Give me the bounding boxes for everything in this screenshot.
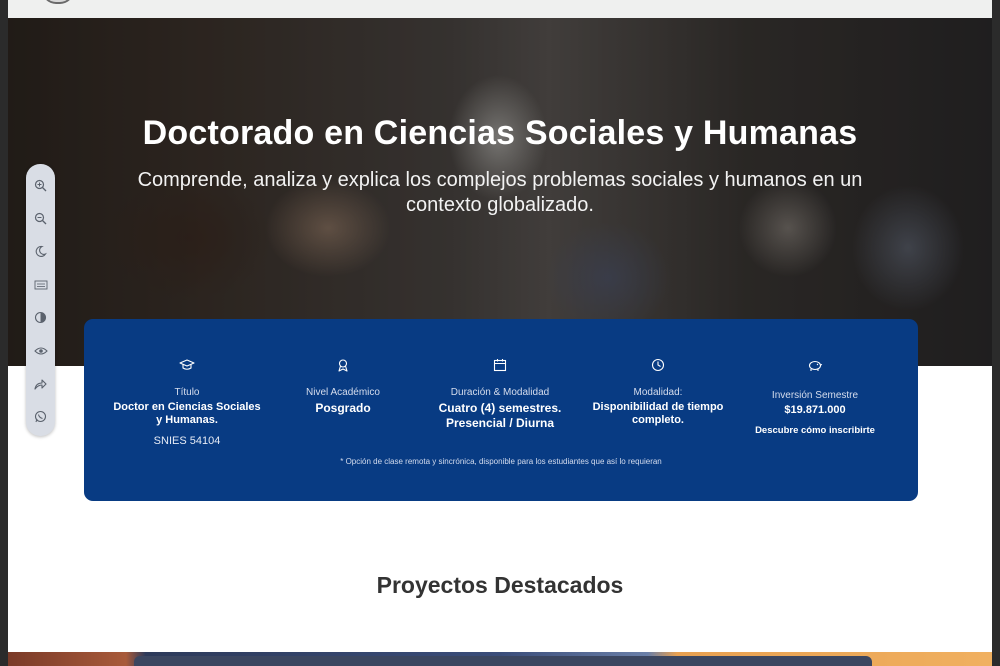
info-modalidad-value: Disponibilidad de tiempo completo. bbox=[592, 401, 724, 426]
info-duracion-label: Duración & Modalidad bbox=[450, 387, 550, 398]
clock-icon bbox=[589, 355, 727, 375]
remote-class-note: * Opción de clase remota y sincrónica, d… bbox=[340, 457, 662, 466]
info-titulo-snies: SNIES 54104 bbox=[153, 435, 221, 447]
info-titulo-label: Título bbox=[174, 387, 200, 398]
project-card[interactable] bbox=[134, 656, 872, 666]
info-titulo-value: Doctor en Ciencias Sociales y Humanas. bbox=[113, 401, 261, 426]
award-icon bbox=[273, 355, 413, 375]
info-inversion-label: Inversión Semestre bbox=[771, 390, 859, 401]
readable-font-icon[interactable] bbox=[31, 275, 50, 294]
share-icon[interactable] bbox=[31, 374, 50, 393]
graduation-cap-icon bbox=[109, 355, 265, 375]
hero-title: Doctorado en Ciencias Sociales y Humanas bbox=[142, 114, 858, 152]
dark-mode-icon[interactable] bbox=[31, 242, 50, 261]
university-logo[interactable] bbox=[42, 0, 74, 4]
eye-icon[interactable] bbox=[31, 341, 50, 360]
info-duracion: Duración & Modalidad Cuatro (4) semestre… bbox=[424, 355, 576, 431]
calendar-icon bbox=[424, 355, 576, 375]
top-header bbox=[8, 0, 992, 18]
page: Doctorado en Ciencias Sociales y Humanas… bbox=[8, 0, 992, 666]
info-modalidad-label: Modalidad: bbox=[633, 387, 683, 398]
projects-section-title: Proyectos Destacados bbox=[376, 572, 624, 598]
accessibility-toolbar bbox=[26, 164, 55, 436]
info-titulo: Título Doctor en Ciencias Sociales y Hum… bbox=[109, 355, 265, 447]
whatsapp-icon[interactable] bbox=[31, 407, 50, 426]
hero-banner: Doctorado en Ciencias Sociales y Humanas… bbox=[8, 18, 992, 366]
info-inversion: Inversión Semestre $19.871.000 Descubre … bbox=[740, 355, 890, 436]
program-info-card: Título Doctor en Ciencias Sociales y Hum… bbox=[84, 319, 918, 501]
info-nivel: Nivel Académico Posgrado bbox=[273, 355, 413, 416]
inscription-link[interactable]: Descubre cómo inscribirte bbox=[740, 425, 890, 436]
hero-subtitle: Comprende, analiza y explica los complej… bbox=[137, 169, 863, 216]
piggy-bank-icon bbox=[740, 355, 890, 375]
info-nivel-value: Posgrado bbox=[315, 401, 371, 415]
contrast-icon[interactable] bbox=[31, 308, 50, 327]
info-inversion-value: $19.871.000 bbox=[784, 404, 846, 416]
zoom-out-icon[interactable] bbox=[31, 209, 50, 228]
info-modalidad: Modalidad: Disponibilidad de tiempo comp… bbox=[589, 355, 727, 427]
info-nivel-label: Nivel Académico bbox=[306, 387, 380, 398]
info-duracion-value: Cuatro (4) semestres. Presencial / Diurn… bbox=[438, 401, 562, 430]
zoom-in-icon[interactable] bbox=[31, 176, 50, 195]
